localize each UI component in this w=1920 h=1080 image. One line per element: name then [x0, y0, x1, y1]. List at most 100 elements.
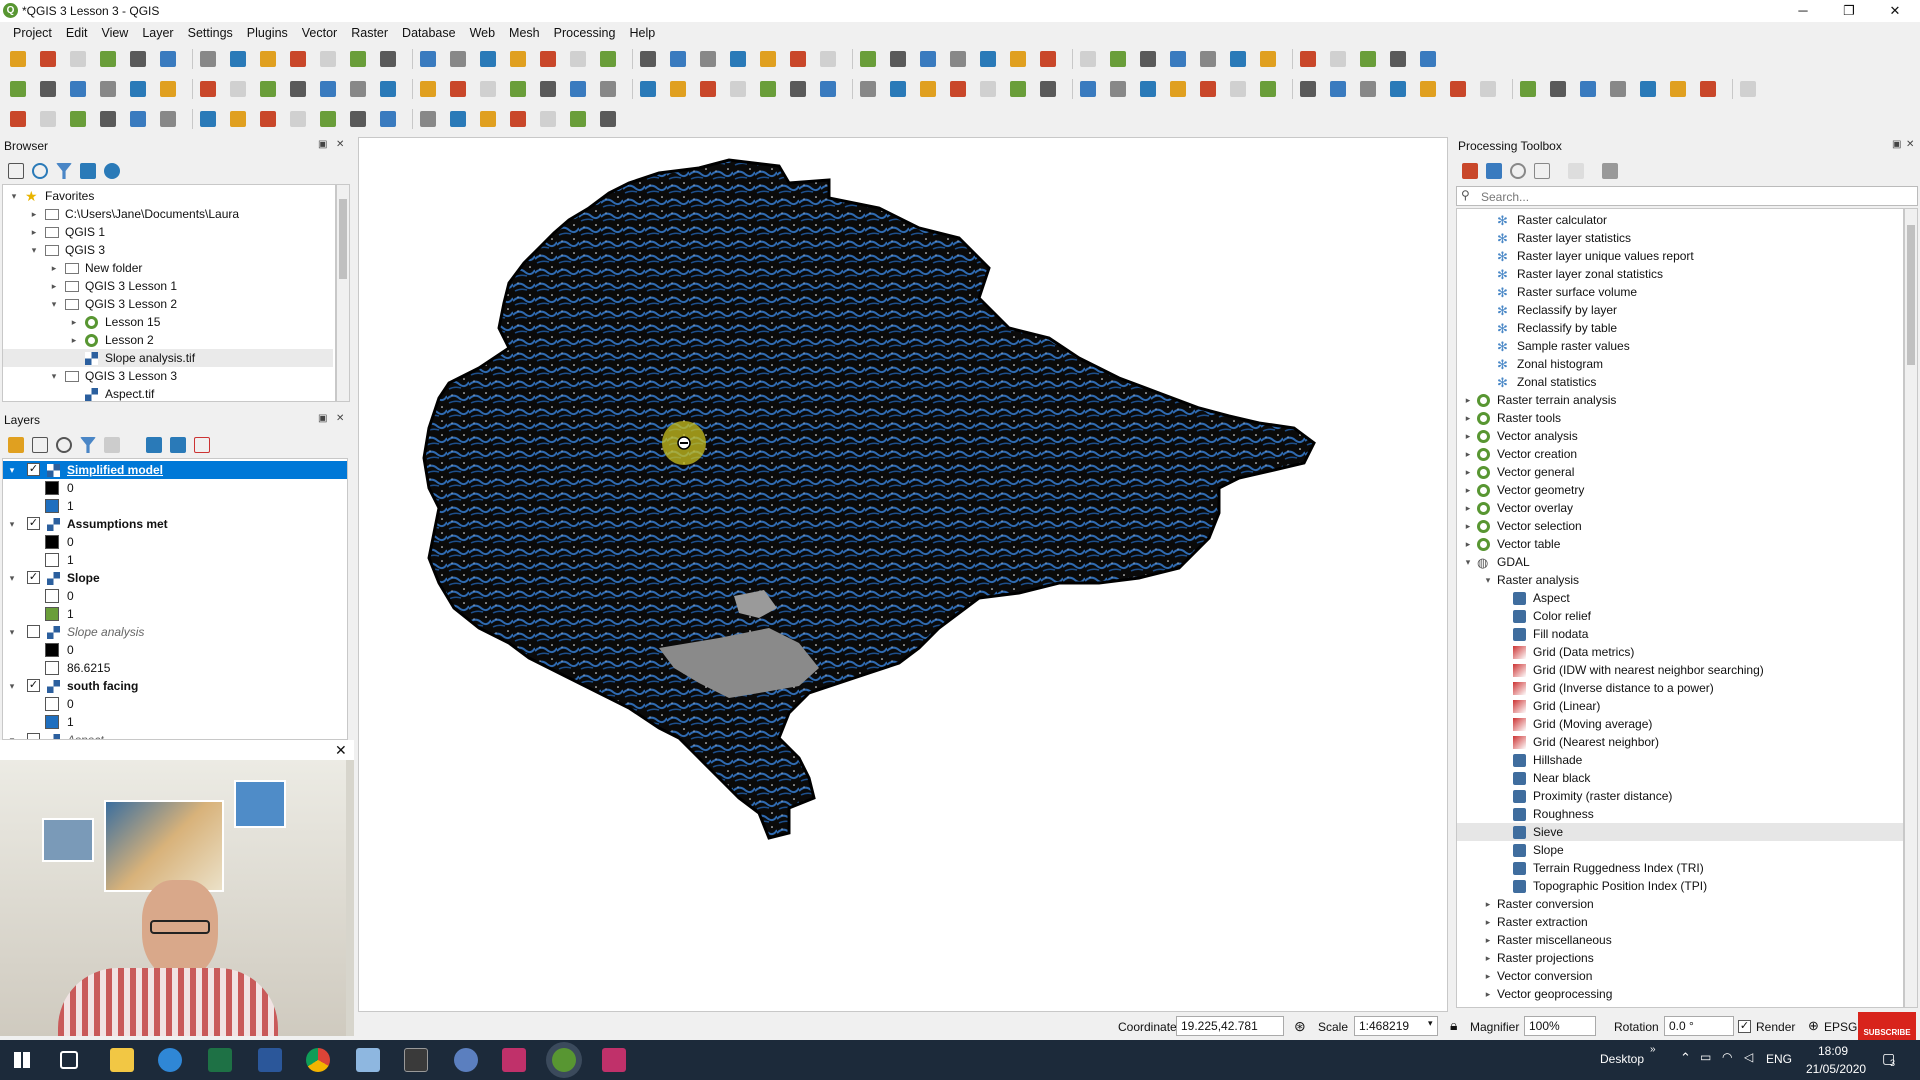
toolbar-tool-icon[interactable] [100, 111, 116, 127]
close-panel-icon[interactable]: ✕ [1906, 139, 1914, 150]
toolbar-tool-icon[interactable] [200, 111, 216, 127]
toolbar-tool-icon[interactable] [1480, 81, 1496, 97]
layer-item[interactable]: ▾ ✓ Assumptions met [3, 515, 347, 533]
clock-time[interactable]: 18:09 [1818, 1044, 1848, 1058]
browser-item[interactable]: ▾ QGIS 3 [3, 241, 333, 259]
processing-algorithm[interactable]: ✻ Reclassify by table [1457, 319, 1903, 337]
toolbar-tool-icon[interactable] [1200, 81, 1216, 97]
minimize-button[interactable]: ─ [1780, 0, 1826, 22]
info-icon[interactable] [104, 163, 120, 179]
python-scripts-icon[interactable] [1486, 163, 1502, 179]
expand-arrow-icon[interactable]: ▸ [1463, 499, 1473, 517]
processing-algorithm[interactable]: ✻ Sample raster values [1457, 337, 1903, 355]
toolbar-tool-icon[interactable] [1110, 81, 1126, 97]
layer-item[interactable]: ▾ ✓ Slope [3, 569, 347, 587]
toolbar-tool-icon[interactable] [160, 111, 176, 127]
menu-processing[interactable]: Processing [547, 26, 623, 40]
toolbar-tool-icon[interactable] [1010, 81, 1026, 97]
add-group-icon[interactable] [32, 437, 48, 453]
processing-algorithm[interactable]: Proximity (raster distance) [1457, 787, 1903, 805]
volume-icon[interactable]: ◁ [1744, 1050, 1753, 1064]
expand-arrow-icon[interactable]: ▾ [7, 623, 17, 641]
toolbar-tool-icon[interactable] [730, 81, 746, 97]
toolbar-tool-icon[interactable] [1330, 51, 1346, 67]
toolbar-tool-icon[interactable] [1550, 81, 1566, 97]
toolbar-tool-icon[interactable] [760, 51, 776, 67]
toolbar-tool-icon[interactable] [600, 81, 616, 97]
toolbar-tool-icon[interactable] [420, 51, 436, 67]
toolbar-tool-icon[interactable] [1230, 51, 1246, 67]
toolbar-tool-icon[interactable] [1390, 81, 1406, 97]
toolbar-tool-icon[interactable] [290, 111, 306, 127]
toolbar-tool-icon[interactable] [570, 81, 586, 97]
language-indicator[interactable]: ENG [1766, 1052, 1792, 1066]
processing-algorithm[interactable]: ▸ Raster miscellaneous [1457, 931, 1903, 949]
toolbar-expand-icon[interactable]: » [1650, 1044, 1656, 1055]
processing-algorithm[interactable]: ▸ Vector creation [1457, 445, 1903, 463]
layer-item[interactable]: ▾ Aspect [3, 731, 347, 739]
battery-icon[interactable]: ▭ [1700, 1050, 1711, 1064]
scale-field[interactable]: 1:468219 [1354, 1016, 1438, 1036]
expand-arrow-icon[interactable]: ▾ [7, 515, 17, 533]
add-selected-icon[interactable] [8, 163, 24, 179]
toolbar-tool-icon[interactable] [1170, 51, 1186, 67]
toolbar-tool-icon[interactable] [980, 81, 996, 97]
toolbar-tool-icon[interactable] [290, 81, 306, 97]
processing-algorithm[interactable]: ▸ Vector selection [1457, 517, 1903, 535]
toolbar-tool-icon[interactable] [200, 51, 216, 67]
browser-item[interactable]: Slope analysis.tif [3, 349, 333, 367]
processing-algorithm[interactable]: Hillshade [1457, 751, 1903, 769]
toolbar-tool-icon[interactable] [920, 81, 936, 97]
windows-start-icon[interactable] [14, 1052, 30, 1068]
float-panel-icon[interactable]: ▣ [1892, 139, 1901, 150]
browser-item[interactable]: ▸ Lesson 15 [3, 313, 333, 331]
toolbar-tool-icon[interactable] [480, 51, 496, 67]
toolbar-tool-icon[interactable] [290, 51, 306, 67]
toolbar-tool-icon[interactable] [1170, 81, 1186, 97]
toolbar-tool-icon[interactable] [230, 51, 246, 67]
processing-algorithm[interactable]: ▸ Vector overlay [1457, 499, 1903, 517]
toolbar-tool-icon[interactable] [640, 81, 656, 97]
task-view-icon[interactable] [60, 1051, 78, 1069]
expand-arrow-icon[interactable]: ▸ [1463, 517, 1473, 535]
toolbar-tool-icon[interactable] [160, 81, 176, 97]
map-canvas[interactable] [358, 137, 1448, 1012]
expand-arrow-icon[interactable]: ▸ [1483, 949, 1493, 967]
processing-algorithm[interactable]: ▸ Vector miscellaneous [1457, 1003, 1903, 1007]
history-icon[interactable] [1510, 163, 1526, 179]
toolbar-tool-icon[interactable] [540, 51, 556, 67]
toolbar-tool-icon[interactable] [600, 111, 616, 127]
toolbar-tool-icon[interactable] [10, 51, 26, 67]
toolbar-tool-icon[interactable] [40, 111, 56, 127]
subscribe-badge[interactable]: SUBSCRIBE [1858, 1012, 1916, 1040]
expand-arrow-icon[interactable]: ▾ [49, 295, 59, 313]
processing-algorithm[interactable]: Grid (Moving average) [1457, 715, 1903, 733]
rotation-field[interactable]: 0.0 ° [1664, 1016, 1734, 1036]
toolbar-tool-icon[interactable] [510, 51, 526, 67]
float-panel-icon[interactable]: ▣ [318, 139, 327, 150]
expand-arrow-icon[interactable]: ▾ [29, 241, 39, 259]
results-viewer-icon[interactable] [1534, 163, 1550, 179]
toolbar-tool-icon[interactable] [10, 81, 26, 97]
processing-algorithm[interactable]: ▸ Vector general [1457, 463, 1903, 481]
expand-arrow-icon[interactable]: ▸ [1463, 463, 1473, 481]
toolbar-tool-icon[interactable] [420, 81, 436, 97]
toolbar-tool-icon[interactable] [450, 81, 466, 97]
toolbar-tool-icon[interactable] [1580, 81, 1596, 97]
render-checkbox[interactable]: ✓ [1738, 1020, 1751, 1033]
processing-algorithm[interactable]: Roughness [1457, 805, 1903, 823]
toolbar-tool-icon[interactable] [40, 51, 56, 67]
expand-arrow-icon[interactable]: ▸ [1463, 481, 1473, 499]
toolbar-tool-icon[interactable] [1520, 81, 1536, 97]
processing-algorithm[interactable]: ▾ ◍ GDAL [1457, 553, 1903, 571]
expand-arrow-icon[interactable]: ▾ [1483, 571, 1493, 589]
restore-button[interactable]: ❐ [1826, 0, 1872, 22]
collapse-all-icon[interactable] [80, 163, 96, 179]
browser-item[interactable]: ▾ QGIS 3 Lesson 2 [3, 295, 333, 313]
processing-algorithm[interactable]: ▸ Vector conversion [1457, 967, 1903, 985]
processing-algorithm[interactable]: ✻ Zonal histogram [1457, 355, 1903, 373]
browser-item[interactable]: Aspect.tif [3, 385, 333, 401]
expand-arrow-icon[interactable]: ▸ [1463, 391, 1473, 409]
expand-arrow-icon[interactable]: ▸ [1483, 931, 1493, 949]
menu-raster[interactable]: Raster [344, 26, 395, 40]
